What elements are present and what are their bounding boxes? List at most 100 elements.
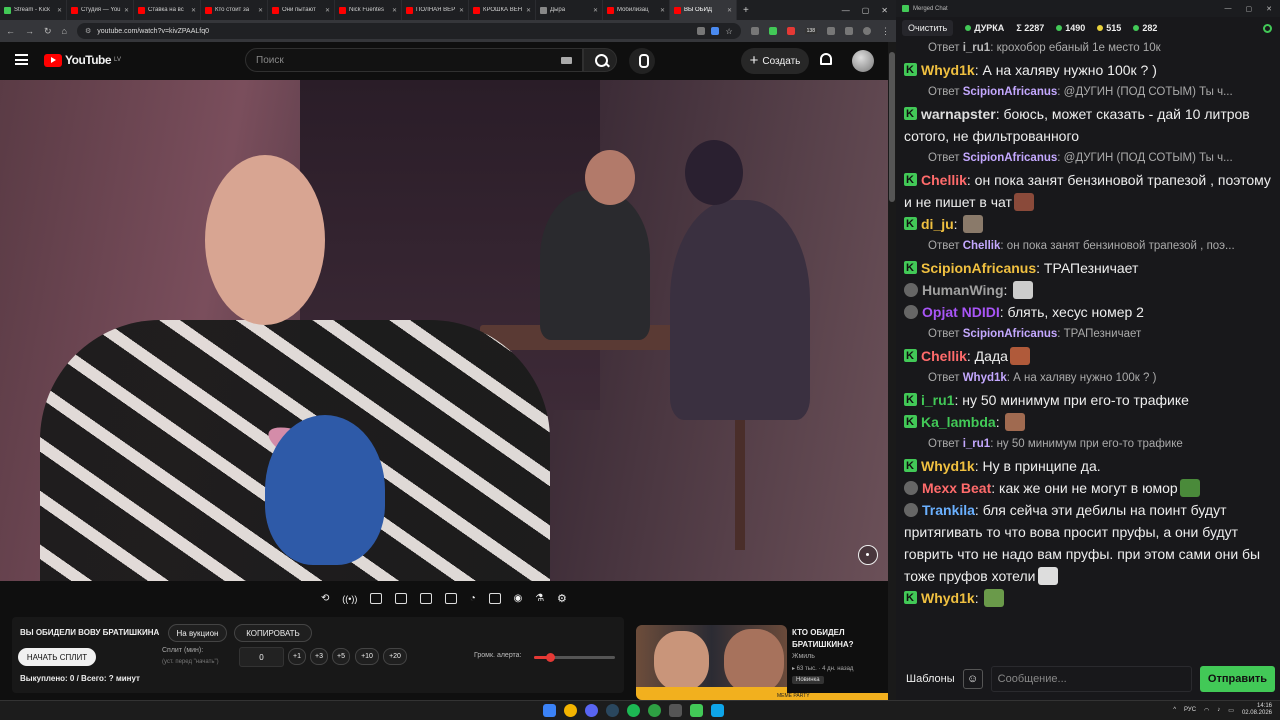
screen-icon[interactable] (420, 593, 433, 604)
player-overlay-icon[interactable] (858, 545, 878, 565)
increment-button[interactable]: +10 (355, 648, 379, 665)
browser-tab[interactable]: ПОЛНАЯ ВЕР ✕ (402, 0, 469, 20)
discord-icon[interactable] (585, 704, 598, 717)
minimize-icon[interactable]: — (1225, 5, 1232, 13)
loop-icon[interactable]: ⟲ (321, 593, 329, 604)
message-nick[interactable]: ScipionAfricanus (921, 260, 1036, 276)
keyboard-icon[interactable] (561, 57, 572, 64)
forward-icon[interactable]: → (25, 26, 34, 36)
broadcast-icon[interactable]: ((•)) (342, 594, 357, 604)
volume-icon[interactable]: ♪ (1217, 707, 1220, 713)
kebab-menu-icon[interactable]: ⋮ (881, 26, 890, 37)
clear-button[interactable]: Очистить (902, 20, 954, 36)
reply-nick[interactable]: i_ru1 (963, 42, 991, 54)
tab-close-icon[interactable]: ✕ (459, 7, 464, 14)
browser-tab[interactable]: КРОШКА ВЕН ✕ (469, 0, 536, 20)
browser-tab[interactable]: Ставка на вс ✕ (134, 0, 201, 20)
increment-button[interactable]: +3 (310, 648, 328, 665)
tab-close-icon[interactable]: ✕ (325, 7, 330, 14)
steam-icon[interactable] (606, 704, 619, 717)
start-icon[interactable] (543, 704, 556, 717)
message-nick[interactable]: Chellik (921, 172, 967, 188)
tab-close-icon[interactable]: ✕ (660, 7, 665, 14)
tab-close-icon[interactable]: ✕ (191, 7, 196, 14)
message-nick[interactable]: Whyd1k (921, 590, 975, 606)
hamburger-menu-icon[interactable] (15, 54, 28, 65)
message-nick[interactable]: Opjat NDIDI (922, 304, 1000, 320)
extension-icon[interactable] (750, 27, 759, 35)
browser-tab[interactable]: Кто стоит за ✕ (201, 0, 268, 20)
app-icon[interactable] (690, 704, 703, 717)
recommendation-channel[interactable]: Жмиль (792, 653, 815, 660)
zoom-icon[interactable] (697, 26, 706, 35)
app-icon[interactable] (711, 704, 724, 717)
back-icon[interactable]: ← (6, 26, 15, 36)
profile-icon[interactable] (863, 27, 871, 35)
clapper-icon[interactable] (395, 593, 408, 604)
clock[interactable]: 14:16 02.08.2026 (1242, 703, 1272, 717)
auction-button[interactable]: На вукцион (168, 624, 227, 642)
spotify-icon[interactable] (627, 704, 640, 717)
message-nick[interactable]: HumanWing (922, 282, 1004, 298)
add-box-icon[interactable] (488, 593, 501, 604)
page-scrollbar[interactable] (888, 42, 896, 700)
search-button[interactable] (583, 48, 617, 72)
film-icon[interactable] (444, 593, 457, 604)
message-nick[interactable]: di_ju (921, 216, 954, 232)
translate-icon[interactable] (711, 26, 720, 35)
reply-nick[interactable]: ScipionAfricanus (963, 152, 1058, 164)
increment-button[interactable]: +5 (332, 648, 350, 665)
browser-tab[interactable]: Stream - Kick ✕ (0, 0, 67, 20)
tab-close-icon[interactable]: ✕ (258, 7, 263, 14)
volume-slider[interactable] (534, 653, 615, 662)
recommendation-title[interactable]: КТО ОБИДЕЛ БРАТИШКИНА? (792, 627, 882, 651)
maximize-icon[interactable]: ▢ (1246, 5, 1253, 13)
extension-badge[interactable]: 138 (804, 28, 817, 34)
tab-close-icon[interactable]: ✕ (727, 7, 732, 14)
extension-icon[interactable] (786, 27, 795, 35)
browser-tab[interactable]: ВЫ ОБИД ✕ (670, 0, 737, 20)
message-nick[interactable]: warnapster (921, 106, 996, 122)
message-nick[interactable]: Whyd1k (921, 62, 975, 78)
camera-icon[interactable]: ◉ (514, 593, 523, 604)
chevron-up-icon[interactable]: ^ (1173, 707, 1176, 713)
emoji-icon[interactable]: ☺ (962, 669, 983, 689)
create-button[interactable]: + Создать (741, 48, 809, 74)
youtube-logo[interactable]: YouTube LV (44, 53, 121, 67)
message-input[interactable]: Сообщение... (990, 666, 1192, 692)
language-indicator[interactable]: РУС (1184, 707, 1196, 713)
message-nick[interactable]: Trankila (922, 502, 975, 518)
message-nick[interactable]: i_ru1 (921, 392, 954, 408)
home-icon[interactable]: ⌂ (62, 26, 67, 36)
video-player[interactable] (0, 80, 888, 581)
increment-button[interactable]: +1 (288, 648, 306, 665)
browser-tab[interactable]: Nick Fuentes ✕ (335, 0, 402, 20)
scrollbar-thumb[interactable] (889, 52, 895, 202)
browser-tab[interactable]: Мобилизац ✕ (603, 0, 670, 20)
copy-button[interactable]: КОПИРОВАТЬ (234, 624, 312, 642)
bookmark-star-icon[interactable]: ☆ (725, 27, 732, 36)
reply-nick[interactable]: Whyd1k (963, 372, 1007, 384)
speed-icon[interactable]: ◔ (470, 593, 476, 604)
reply-nick[interactable]: ScipionAfricanus (963, 86, 1058, 98)
wifi-icon[interactable]: ◠ (1204, 707, 1209, 714)
playlist-icon[interactable] (370, 593, 383, 604)
maximize-icon[interactable]: ▢ (862, 6, 870, 15)
tab-close-icon[interactable]: ✕ (392, 7, 397, 14)
templates-button[interactable]: Шаблоны (906, 673, 955, 685)
reload-icon[interactable]: ↻ (44, 26, 52, 37)
recommendation-card[interactable]: КТО ОБИДЕЛ БРАТИШКИНА? Жмиль ▸ 63 тыс. ·… (636, 625, 888, 700)
tab-close-icon[interactable]: ✕ (593, 7, 598, 14)
tab-close-icon[interactable]: ✕ (526, 7, 531, 14)
settings-icon[interactable] (1263, 23, 1272, 33)
close-icon[interactable]: ✕ (881, 6, 888, 15)
reply-nick[interactable]: Chellik (963, 240, 1001, 252)
new-tab-button[interactable]: + (737, 5, 755, 16)
avatar[interactable] (852, 50, 874, 72)
flask-icon[interactable]: ⚗ (535, 593, 544, 604)
reply-nick[interactable]: ScipionAfricanus (963, 328, 1058, 340)
mic-icon[interactable] (629, 48, 655, 74)
start-split-button[interactable]: НАЧАТЬ СПЛИТ (18, 648, 96, 666)
browser-tab[interactable]: Студия — YouTube✕ (67, 0, 134, 20)
browser-tab[interactable]: Дыра ✕ (536, 0, 603, 20)
